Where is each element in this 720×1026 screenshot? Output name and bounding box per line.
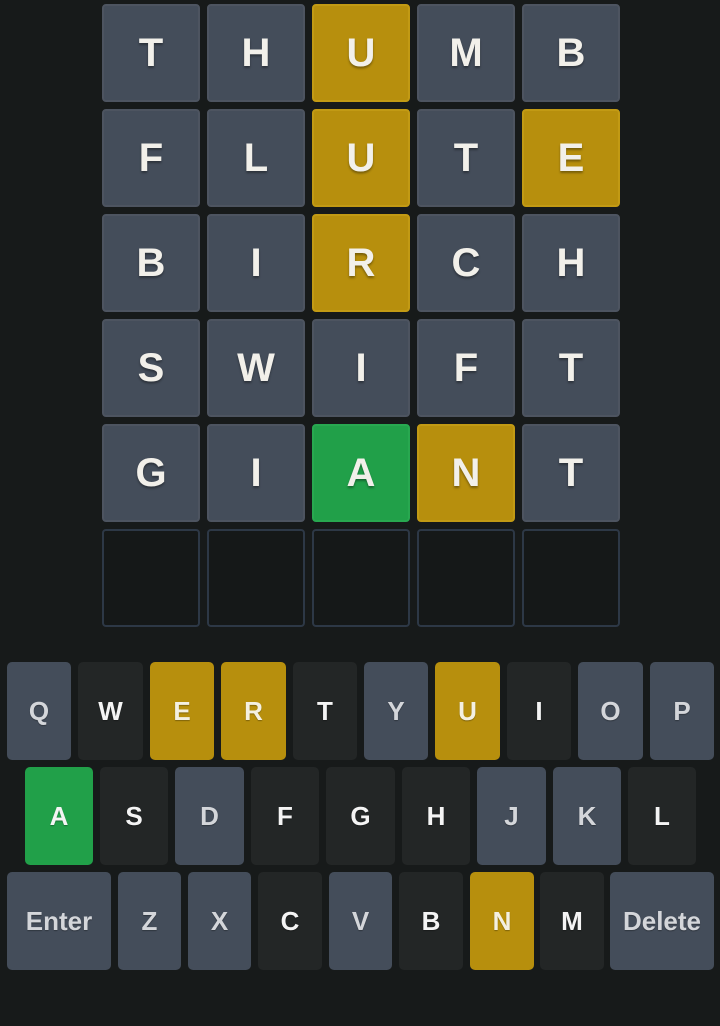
letter-tile: F: [102, 109, 200, 207]
board-row: [102, 529, 620, 627]
key-n[interactable]: N: [470, 872, 534, 970]
key-l[interactable]: L: [628, 767, 696, 865]
letter-tile: S: [102, 319, 200, 417]
letter-tile: L: [207, 109, 305, 207]
on-screen-keyboard: QWERTYUIOP ASDFGHJKL Enter Z X C V B N M Delete: [0, 662, 720, 977]
letter-tile: U: [312, 4, 410, 102]
letter-tile: B: [102, 214, 200, 312]
letter-tile: E: [522, 109, 620, 207]
key-h[interactable]: H: [402, 767, 470, 865]
empty-tile: [312, 529, 410, 627]
board-row: FLUTE: [102, 109, 620, 207]
empty-tile: [417, 529, 515, 627]
key-d[interactable]: D: [175, 767, 244, 865]
key-g[interactable]: G: [326, 767, 395, 865]
key-t[interactable]: T: [293, 662, 357, 760]
letter-tile: H: [522, 214, 620, 312]
key-f[interactable]: F: [251, 767, 319, 865]
letter-tile: B: [522, 4, 620, 102]
key-o[interactable]: O: [578, 662, 643, 760]
key-v[interactable]: V: [329, 872, 392, 970]
empty-tile: [207, 529, 305, 627]
letter-tile: H: [207, 4, 305, 102]
key-s[interactable]: S: [100, 767, 168, 865]
key-e[interactable]: E: [150, 662, 214, 760]
letter-tile: I: [312, 319, 410, 417]
key-y[interactable]: Y: [364, 662, 428, 760]
board-row: THUMB: [102, 4, 620, 102]
empty-tile: [102, 529, 200, 627]
board-row: BIRCH: [102, 214, 620, 312]
delete-key[interactable]: Delete: [610, 872, 714, 970]
enter-key[interactable]: Enter: [7, 872, 111, 970]
letter-tile: I: [207, 424, 305, 522]
key-a[interactable]: A: [25, 767, 93, 865]
board-row: GIANT: [102, 424, 620, 522]
empty-tile: [522, 529, 620, 627]
letter-tile: T: [102, 4, 200, 102]
letter-tile: M: [417, 4, 515, 102]
letter-tile: U: [312, 109, 410, 207]
key-b[interactable]: B: [399, 872, 463, 970]
letter-tile: I: [207, 214, 305, 312]
key-r[interactable]: R: [221, 662, 286, 760]
letter-tile: T: [522, 424, 620, 522]
key-i[interactable]: I: [507, 662, 571, 760]
letter-tile: F: [417, 319, 515, 417]
key-x[interactable]: X: [188, 872, 251, 970]
key-q[interactable]: Q: [7, 662, 71, 760]
letter-tile: R: [312, 214, 410, 312]
letter-tile: W: [207, 319, 305, 417]
key-w[interactable]: W: [78, 662, 143, 760]
key-c[interactable]: C: [258, 872, 322, 970]
key-u[interactable]: U: [435, 662, 500, 760]
letter-tile: T: [417, 109, 515, 207]
key-p[interactable]: P: [650, 662, 714, 760]
board-row: SWIFT: [102, 319, 620, 417]
letter-tile: G: [102, 424, 200, 522]
guess-board: THUMBFLUTEBIRCHSWIFTGIANT: [102, 4, 620, 634]
letter-tile: A: [312, 424, 410, 522]
keyboard-row-1: QWERTYUIOP: [0, 662, 720, 760]
letter-tile: C: [417, 214, 515, 312]
keyboard-row-3: Enter Z X C V B N M Delete: [0, 872, 720, 970]
key-z[interactable]: Z: [118, 872, 181, 970]
letter-tile: T: [522, 319, 620, 417]
key-j[interactable]: J: [477, 767, 546, 865]
keyboard-row-2: ASDFGHJKL: [0, 767, 720, 865]
letter-tile: N: [417, 424, 515, 522]
key-k[interactable]: K: [553, 767, 621, 865]
key-m[interactable]: M: [540, 872, 604, 970]
